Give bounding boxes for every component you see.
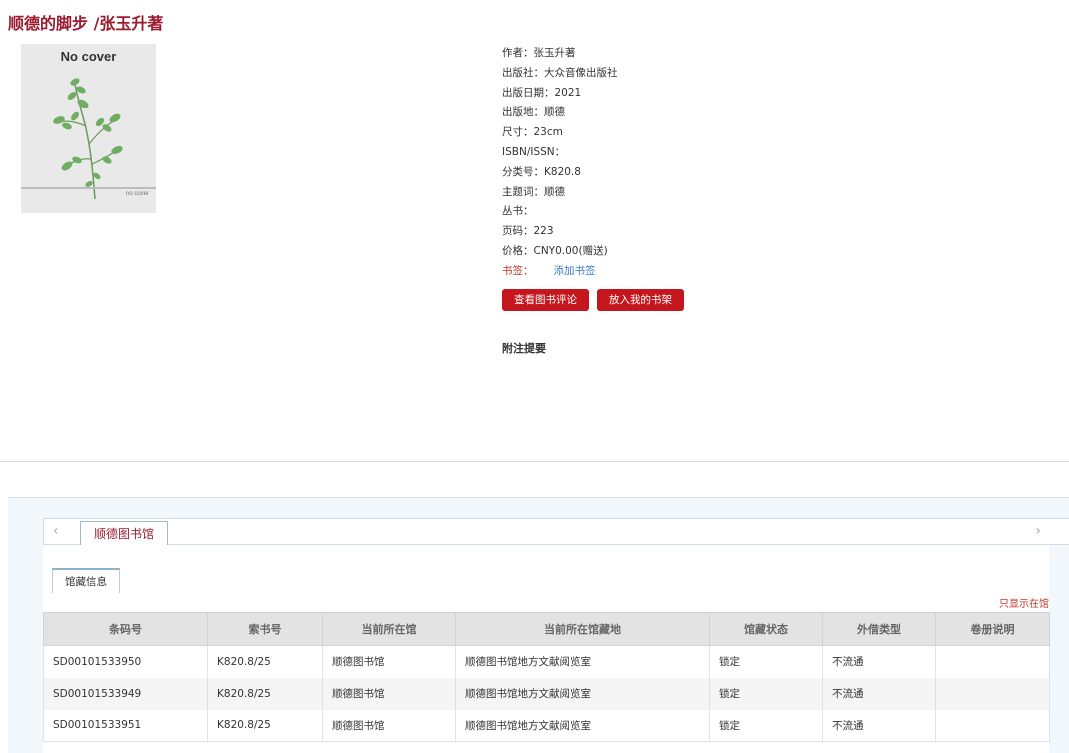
meta-publish-place: 出版地：顺德: [502, 106, 565, 119]
tab-library[interactable]: 顺德图书馆: [80, 521, 169, 546]
meta-bookmark: 书签： 添加书签: [502, 262, 618, 282]
bookmark-label: 书签：: [502, 264, 534, 277]
cell-location: 顺德图书馆地方文献阅览室: [455, 709, 710, 742]
cell-status: 锁定: [709, 709, 823, 742]
show-only-in-library-link[interactable]: 只显示在馆: [999, 595, 1049, 610]
meta-size: 尺寸：23cm: [502, 126, 563, 139]
col-loan-type: 外借类型: [822, 612, 936, 646]
cell-barcode: SD00101533950: [43, 645, 208, 678]
add-bookmark-link[interactable]: 添加书签: [554, 265, 596, 277]
holdings-table: 条码号 索书号 当前所在馆 当前所在馆藏地 馆藏状态 外借类型 卷册说明 SD0…: [43, 612, 1050, 742]
tab-holdings-info[interactable]: 馆藏信息: [52, 568, 120, 593]
table-row: SD00101533951 K820.8/25 顺德图书馆 顺德图书馆地方文献阅…: [43, 709, 1050, 742]
book-metadata: 作者：张玉升著 出版社：大众音像出版社 出版日期：2021 出版地：顺德 尺寸：…: [502, 44, 618, 282]
book-cover: No cover no cover: [21, 44, 156, 213]
library-tabbar: ‹ 顺德图书馆 ›: [43, 518, 1069, 546]
book-title: 顺德的脚步 /张玉升著: [8, 14, 164, 33]
action-buttons: 查看图书评论 放入我的书架: [502, 289, 684, 311]
col-current-library: 当前所在馆: [322, 612, 456, 646]
meta-classification: 分类号：K820.8: [502, 165, 581, 178]
meta-publisher: 出版社：大众音像出版社: [502, 66, 618, 79]
meta-pages: 页码：223: [502, 225, 554, 238]
divider: [0, 461, 1069, 462]
cell-library: 顺德图书馆: [322, 645, 456, 678]
cell-call-number: K820.8/25: [207, 677, 323, 710]
add-to-shelf-button[interactable]: 放入我的书架: [597, 289, 684, 311]
col-call-number: 索书号: [207, 612, 323, 646]
cell-volume-note: [935, 677, 1050, 710]
cell-volume-note: [935, 709, 1050, 742]
cover-label: No cover: [60, 49, 117, 64]
cell-location: 顺德图书馆地方文献阅览室: [455, 677, 710, 710]
holdings-content: 馆藏信息 只显示在馆 条码号 索书号 当前所在馆 当前所在馆藏地 馆藏状态 外借…: [43, 545, 1050, 753]
table-header-row: 条码号 索书号 当前所在馆 当前所在馆藏地 馆藏状态 外借类型 卷册说明: [43, 612, 1050, 646]
cover-divider: [21, 187, 156, 189]
col-volume-note: 卷册说明: [935, 612, 1050, 646]
plant-illustration-icon: [53, 78, 123, 200]
col-barcode: 条码号: [43, 612, 208, 646]
cell-barcode: SD00101533951: [43, 709, 208, 742]
scroll-right-icon[interactable]: ›: [1035, 523, 1041, 539]
cell-loan-type: 不流通: [822, 709, 936, 742]
note-summary-title: 附注提要: [502, 342, 546, 355]
table-row: SD00101533950 K820.8/25 顺德图书馆 顺德图书馆地方文献阅…: [43, 645, 1050, 678]
cell-volume-note: [935, 645, 1050, 678]
scroll-left-icon[interactable]: ‹: [53, 523, 59, 539]
cell-barcode: SD00101533949: [43, 677, 208, 710]
cell-location: 顺德图书馆地方文献阅览室: [455, 645, 710, 678]
meta-price: 价格：CNY0.00(赠送): [502, 244, 608, 257]
cell-library: 顺德图书馆: [322, 709, 456, 742]
cell-call-number: K820.8/25: [207, 645, 323, 678]
cover-small-label: no cover: [125, 191, 149, 197]
meta-author: 作者：张玉升著: [502, 47, 576, 59]
cell-loan-type: 不流通: [822, 677, 936, 710]
meta-subject: 主题词：顺德: [502, 185, 565, 198]
cell-status: 锁定: [709, 645, 823, 678]
cell-loan-type: 不流通: [822, 645, 936, 678]
cell-library: 顺德图书馆: [322, 677, 456, 710]
cell-call-number: K820.8/25: [207, 709, 323, 742]
col-status: 馆藏状态: [709, 612, 823, 646]
meta-publish-date: 出版日期：2021: [502, 86, 582, 99]
view-reviews-button[interactable]: 查看图书评论: [502, 289, 589, 311]
cell-status: 锁定: [709, 677, 823, 710]
meta-isbn: ISBN/ISSN：: [502, 145, 566, 158]
table-row: SD00101533949 K820.8/25 顺德图书馆 顺德图书馆地方文献阅…: [43, 677, 1050, 710]
col-current-location: 当前所在馆藏地: [455, 612, 710, 646]
meta-series: 丛书：: [502, 205, 534, 218]
